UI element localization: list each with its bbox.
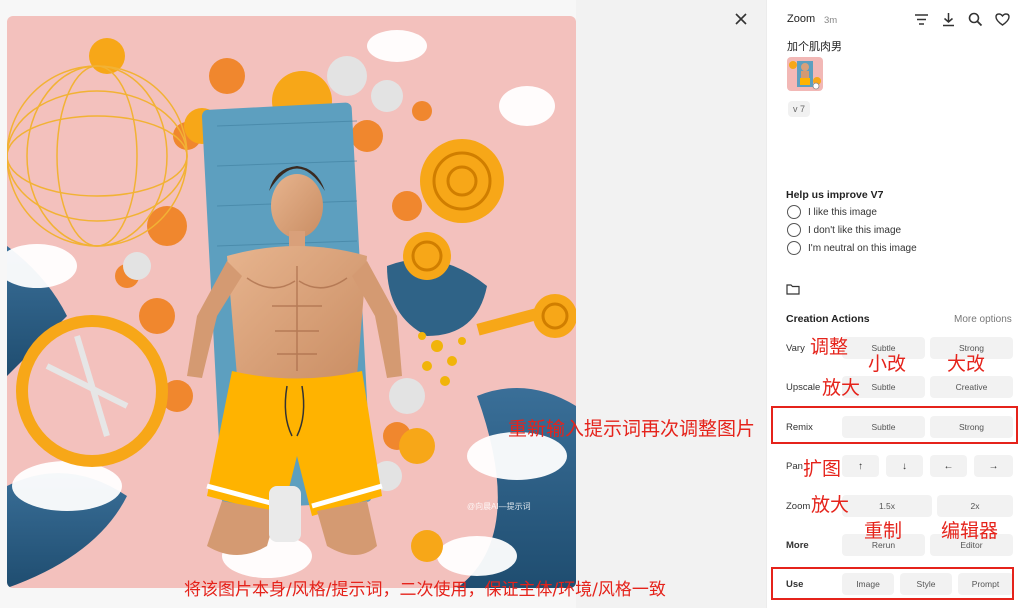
- pan-right-button[interactable]: →: [974, 455, 1013, 477]
- feedback-neutral[interactable]: I'm neutral on this image: [787, 241, 917, 255]
- feedback-like[interactable]: I like this image: [787, 205, 877, 219]
- pan-up-button[interactable]: ↑: [842, 455, 879, 477]
- download-icon[interactable]: [940, 11, 957, 28]
- zoom-annotation: 放大: [811, 494, 850, 516]
- use-highlight-box: [771, 567, 1014, 600]
- search-icon[interactable]: [967, 11, 984, 28]
- radio-button[interactable]: [787, 223, 801, 237]
- more-options-link[interactable]: More options: [954, 314, 1012, 325]
- reference-thumbnail-art: [787, 57, 823, 91]
- zoom-label: Zoom: [786, 501, 811, 512]
- vary-annotation: 调整: [810, 336, 849, 358]
- close-icon[interactable]: [732, 10, 750, 28]
- image-watermark: @向晨AI—提示词: [467, 502, 531, 511]
- help-title: Help us improve V7: [786, 189, 884, 201]
- feedback-dislike-label: I don't like this image: [808, 224, 902, 236]
- feedback-like-label: I like this image: [808, 206, 877, 218]
- upscale-label: Upscale: [786, 382, 821, 393]
- feedback-dislike[interactable]: I don't like this image: [787, 223, 901, 237]
- subtle-annotation: 小改: [868, 353, 907, 375]
- header-actions: [913, 11, 1011, 28]
- canvas-blur-area: [576, 0, 766, 608]
- radio-button[interactable]: [787, 205, 801, 219]
- pan-down-button[interactable]: ↓: [886, 455, 923, 477]
- feedback-neutral-label: I'm neutral on this image: [808, 242, 917, 254]
- rerun-annotation: 重制: [864, 520, 903, 542]
- generated-image[interactable]: @向晨AI—提示词: [7, 16, 576, 588]
- version-badge: v 7: [788, 101, 811, 117]
- pan-label: Pan: [786, 461, 803, 472]
- upscale-creative-button[interactable]: Creative: [930, 376, 1013, 398]
- creation-actions-title: Creation Actions: [786, 313, 870, 325]
- editor-annotation: 编辑器: [941, 520, 999, 542]
- remix-highlight-box: [771, 406, 1018, 444]
- strong-annotation: 大改: [947, 353, 986, 375]
- elapsed-time: 3m: [824, 15, 838, 26]
- use-annotation: 将该图片本身/风格/提示词，二次使用，保证主体/环境/风格一致: [184, 580, 666, 600]
- prompt-text[interactable]: 加个肌肉男: [787, 38, 842, 54]
- reference-thumbnail[interactable]: [787, 57, 823, 91]
- list-icon[interactable]: [913, 11, 930, 28]
- folder-icon[interactable]: [786, 282, 800, 295]
- zoom-2x-button[interactable]: 2x: [937, 495, 1013, 517]
- radio-button[interactable]: [787, 241, 801, 255]
- model-name: Zoom: [787, 13, 816, 25]
- more-label: More: [786, 540, 809, 551]
- remix-annotation: 重新输入提示词再次调整图片: [508, 418, 756, 440]
- pan-left-button[interactable]: ←: [930, 455, 967, 477]
- image-canvas: @向晨AI—提示词: [0, 0, 766, 608]
- upscale-annotation: 放大: [822, 377, 861, 399]
- zoom-1-5x-button[interactable]: 1.5x: [842, 495, 932, 517]
- pan-annotation: 扩图: [803, 458, 842, 480]
- vary-label: Vary: [786, 343, 805, 354]
- heart-icon[interactable]: [994, 11, 1011, 28]
